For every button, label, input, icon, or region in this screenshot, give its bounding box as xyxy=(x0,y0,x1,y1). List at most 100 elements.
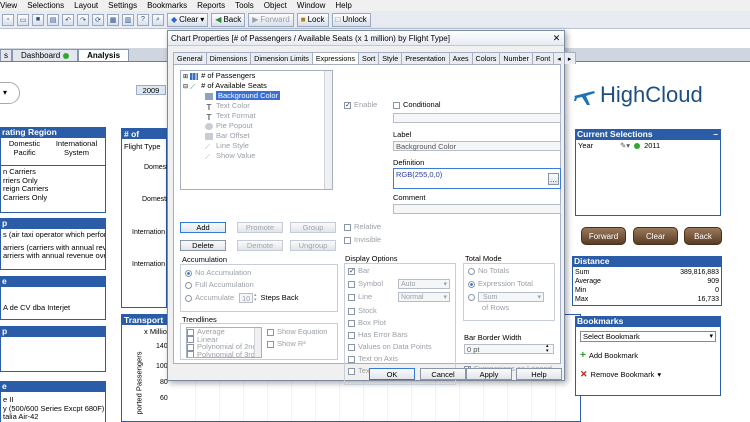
bar-border-input[interactable]: 0 pt xyxy=(464,344,554,354)
menu-bookmarks[interactable]: Bookmarks xyxy=(147,1,187,10)
trendlines-scrollbar[interactable] xyxy=(254,328,261,357)
minimize-icon[interactable]: – xyxy=(713,129,721,139)
tree-node[interactable]: Pie Popout xyxy=(181,121,332,131)
save-icon[interactable]: ■ xyxy=(32,13,44,26)
delete-button[interactable]: Delete xyxy=(180,240,226,251)
relative-checkbox[interactable]: Relative xyxy=(344,222,381,232)
ungroup-button[interactable]: Ungroup xyxy=(290,240,336,251)
layout-icon[interactable]: ▥ xyxy=(122,13,134,26)
expression-editor-button[interactable]: … xyxy=(548,173,559,185)
cancel-button[interactable]: Cancel xyxy=(420,368,466,380)
list-item[interactable]: s (air taxi operator which perfor xyxy=(1,231,105,240)
tab-axes[interactable]: Axes xyxy=(448,52,473,64)
expression-total-radio[interactable]: Expression Total xyxy=(468,279,554,289)
box-plot-checkbox[interactable]: Box Plot xyxy=(348,318,455,328)
undo-icon[interactable]: ↶ xyxy=(62,13,74,26)
symbol-checkbox[interactable] xyxy=(348,280,355,288)
list-item[interactable]: A de CV dba Interjet xyxy=(1,304,105,313)
ok-button[interactable]: OK xyxy=(369,368,415,380)
tab-dimension-limits[interactable]: Dimension Limits xyxy=(250,52,313,64)
line-select[interactable]: Normal xyxy=(398,292,450,302)
print-icon[interactable]: ▤ xyxy=(47,13,59,26)
line-checkbox[interactable] xyxy=(348,293,355,301)
promote-button[interactable]: Promote xyxy=(237,222,283,233)
tab-number[interactable]: Number xyxy=(499,52,533,64)
list-item[interactable]: talia Air-42 xyxy=(1,413,105,422)
label-input[interactable]: Background Color xyxy=(393,141,561,151)
tab-analysis[interactable]: Analysis xyxy=(78,49,130,61)
year-chip[interactable]: 2009 xyxy=(136,85,166,95)
comment-input[interactable] xyxy=(393,204,561,214)
list-item[interactable]: reign Carriers xyxy=(1,185,105,194)
group-button[interactable]: Group xyxy=(290,222,336,233)
edit-selection-icon[interactable]: ✎▾ xyxy=(620,141,630,150)
bar-border-spinner[interactable]: ▴ ▾ xyxy=(546,344,549,354)
tab-font[interactable]: Font xyxy=(531,52,555,64)
demote-button[interactable]: Demote xyxy=(237,240,283,251)
tab-general[interactable]: General xyxy=(173,52,207,64)
error-bars-checkbox[interactable]: Has Error Bars xyxy=(348,330,455,340)
sum-select[interactable]: Sum xyxy=(478,292,544,302)
back-nav-button[interactable]: Back xyxy=(684,227,722,245)
no-accumulation-radio[interactable]: No Accumulation xyxy=(185,268,337,278)
help-icon[interactable]: ? xyxy=(137,13,149,26)
list-item[interactable]: rriers Only xyxy=(1,177,105,186)
tab-s[interactable]: s xyxy=(0,49,12,61)
forward-nav-button[interactable]: Forward xyxy=(581,227,626,245)
new-icon[interactable]: ▫ xyxy=(2,13,14,26)
tree-scrollbar[interactable] xyxy=(324,71,332,189)
close-icon[interactable]: ✕ xyxy=(552,33,561,43)
tab-presentation[interactable]: Presentation xyxy=(401,52,450,64)
enable-checkbox[interactable]: Enable xyxy=(344,100,377,110)
clear-button[interactable]: ◆ Clear ▾ xyxy=(167,12,209,27)
menu-object[interactable]: Object xyxy=(264,1,287,10)
back-button[interactable]: ◀ Back xyxy=(211,12,246,27)
show-equation-checkbox[interactable]: Show Equation xyxy=(267,327,327,337)
symbol-select[interactable]: Auto xyxy=(398,279,450,289)
tree-node[interactable]: ⊞ # of Passengers xyxy=(181,71,332,81)
no-totals-radio[interactable]: No Totals xyxy=(468,266,554,276)
redo-icon[interactable]: ↷ xyxy=(77,13,89,26)
sum-radio[interactable] xyxy=(468,293,475,301)
trendlines-list[interactable]: Average Linear Polynomial of 2nd d Polyn… xyxy=(186,327,262,358)
tab-colors[interactable]: Colors xyxy=(471,52,501,64)
accumulate-radio[interactable] xyxy=(185,294,192,302)
menu-selections[interactable]: Selections xyxy=(27,1,64,10)
list-item[interactable]: arriers with annual revenue over xyxy=(1,252,105,261)
conditional-checkbox[interactable]: Conditional xyxy=(393,100,441,110)
unlock-button[interactable]: □ Unlock xyxy=(331,12,371,27)
tree-node[interactable]: ⟋ Show Value xyxy=(181,151,332,161)
help-button[interactable]: Help xyxy=(516,368,562,380)
invisible-checkbox[interactable]: Invisible xyxy=(344,235,381,245)
expression-tree[interactable]: ⊞ # of Passengers ⊟ ⟋ # of Available Seat… xyxy=(180,70,333,190)
tree-node[interactable]: T Text Format xyxy=(181,111,332,122)
add-button[interactable]: Add xyxy=(180,222,226,233)
menu-help[interactable]: Help xyxy=(335,1,351,10)
menu-tools[interactable]: Tools xyxy=(235,1,254,10)
menu-window[interactable]: Window xyxy=(297,1,325,10)
open-icon[interactable]: ▭ xyxy=(17,13,29,26)
passengers-chart[interactable]: # of Passen Flight Type Domest Domestic … xyxy=(121,128,171,308)
values-on-data-points-checkbox[interactable]: Values on Data Points xyxy=(348,342,455,352)
grid-icon[interactable]: ▦ xyxy=(107,13,119,26)
menu-settings[interactable]: Settings xyxy=(108,1,137,10)
region-domestic-pacific[interactable]: Domestic Pacific xyxy=(9,139,40,157)
remove-bookmark-button[interactable]: ✕ Remove Bookmark ▾ xyxy=(580,369,716,380)
forward-button[interactable]: ▶ Forward xyxy=(248,12,294,27)
add-bookmark-button[interactable]: + Add Bookmark xyxy=(580,350,716,361)
stock-checkbox[interactable]: Stock xyxy=(348,306,455,316)
menu-view[interactable]: View xyxy=(0,1,17,10)
list-item[interactable]: e II xyxy=(1,396,105,405)
lock-button[interactable]: ■ Lock xyxy=(296,12,329,27)
reload-icon[interactable]: ⟳ xyxy=(92,13,104,26)
menu-reports[interactable]: Reports xyxy=(197,1,225,10)
conditional-input[interactable] xyxy=(393,113,561,123)
steps-spinner[interactable]: ▴ ▾ xyxy=(254,293,257,303)
tree-node[interactable]: T Text Color xyxy=(181,101,332,112)
list-item[interactable]: Carriers Only xyxy=(1,194,105,203)
list-item[interactable]: Polynomial of 3rd d xyxy=(187,350,261,357)
tree-node[interactable]: ⟋ Line Style xyxy=(181,141,332,151)
full-accumulation-radio[interactable]: Full Accumulation xyxy=(185,280,337,290)
steps-back-input[interactable]: 10 xyxy=(239,293,253,303)
tab-style[interactable]: Style xyxy=(378,52,403,64)
